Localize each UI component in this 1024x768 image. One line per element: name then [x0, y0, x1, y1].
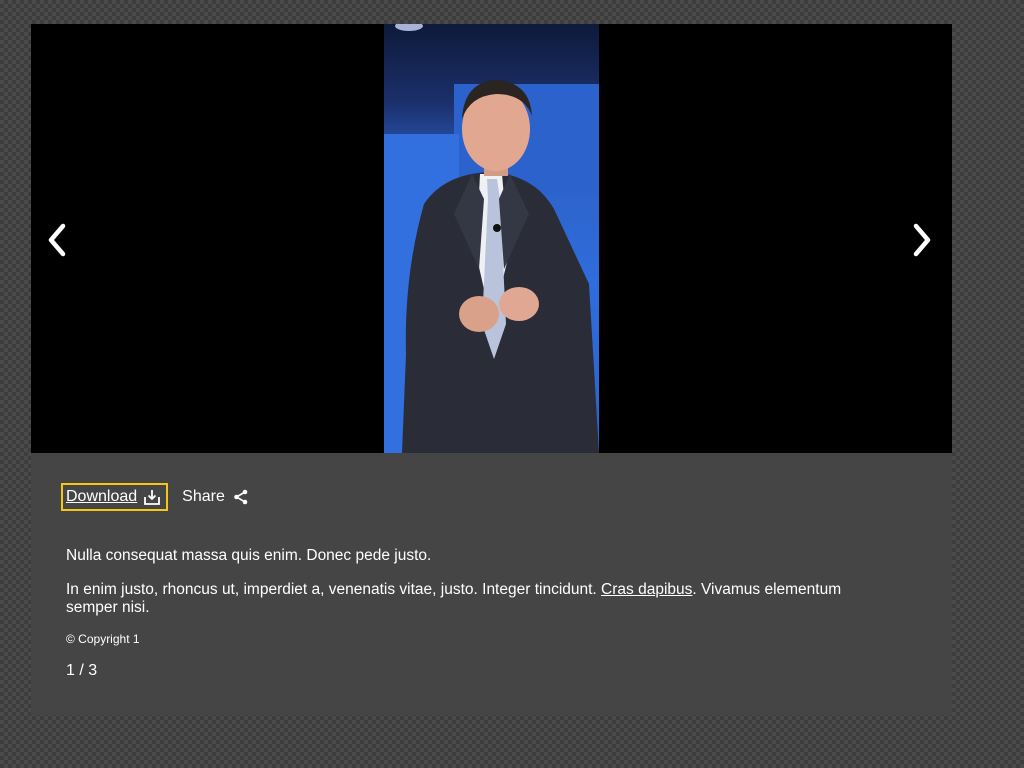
slide-photo [384, 24, 599, 453]
cras-dapibus-link[interactable]: Cras dapibus [601, 581, 692, 598]
next-image-button[interactable] [904, 220, 940, 260]
speaker-illustration [384, 24, 599, 453]
image-stage [31, 24, 952, 453]
share-icon [234, 489, 248, 505]
description-text-before: In enim justo, rhoncus ut, imperdiet a, … [66, 581, 602, 598]
copyright-text: © Copyright 1 [66, 632, 140, 646]
lightbox: Download Share Nulla consequat massa qui… [31, 24, 952, 715]
previous-image-button[interactable] [39, 220, 75, 260]
caption-panel: Download Share Nulla consequat massa qui… [31, 453, 952, 715]
description-line-1: Nulla consequat massa quis enim. Donec p… [66, 547, 432, 564]
image-description: Nulla consequat massa quis enim. Donec p… [66, 547, 896, 633]
image-counter: 1 / 3 [66, 662, 98, 679]
description-line-2: In enim justo, rhoncus ut, imperdiet a, … [66, 581, 896, 617]
download-icon [144, 490, 161, 505]
download-button[interactable]: Download [61, 483, 169, 511]
image-actions: Download Share [61, 483, 249, 511]
chevron-right-icon [913, 223, 931, 257]
chevron-left-icon [48, 223, 66, 257]
share-label: Share [182, 488, 225, 505]
share-button[interactable]: Share [182, 488, 249, 506]
download-label: Download [66, 488, 138, 505]
